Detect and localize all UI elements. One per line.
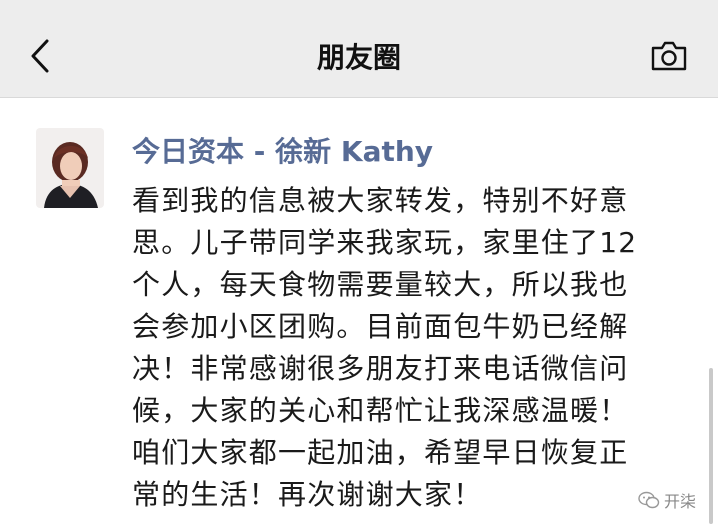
post-content-line: 思。儿子带同学来我家玩，家里住了12 bbox=[132, 226, 638, 259]
scrollbar[interactable] bbox=[709, 368, 713, 524]
post-content-line: 常的生活！再次谢谢大家！ bbox=[132, 478, 483, 511]
post-author-name[interactable]: 今日资本 - 徐新 Kathy bbox=[132, 130, 433, 170]
post-content-line: 会参加小区团购。目前面包牛奶已经解 bbox=[132, 310, 629, 343]
camera-button[interactable] bbox=[648, 38, 690, 74]
post-content-line: 候，大家的关心和帮忙让我深感温暖！ bbox=[132, 394, 629, 427]
post-content-line: 个人，每天食物需要量较大，所以我也 bbox=[132, 268, 629, 301]
avatar-image bbox=[36, 128, 104, 208]
avatar[interactable] bbox=[36, 128, 104, 208]
wechat-icon bbox=[638, 491, 660, 509]
post-content: 看到我的信息被大家转发，特别不好意 思。儿子带同学来我家玩，家里住了12 个人，… bbox=[132, 180, 692, 516]
moments-post: 今日资本 - 徐新 Kathy 看到我的信息被大家转发，特别不好意 思。儿子带同… bbox=[0, 98, 718, 530]
camera-icon bbox=[651, 41, 687, 71]
post-content-line: 决！非常感谢很多朋友打来电话微信问 bbox=[132, 352, 629, 385]
post-content-line: 咱们大家都一起加油，希望早日恢复正 bbox=[132, 436, 629, 469]
post-content-line: 看到我的信息被大家转发，特别不好意 bbox=[132, 184, 629, 217]
watermark: 开柒 bbox=[638, 488, 696, 512]
top-navigation-bar: 朋友圈 bbox=[0, 0, 718, 98]
page-title: 朋友圈 bbox=[316, 41, 401, 74]
watermark-text: 开柒 bbox=[664, 492, 697, 511]
